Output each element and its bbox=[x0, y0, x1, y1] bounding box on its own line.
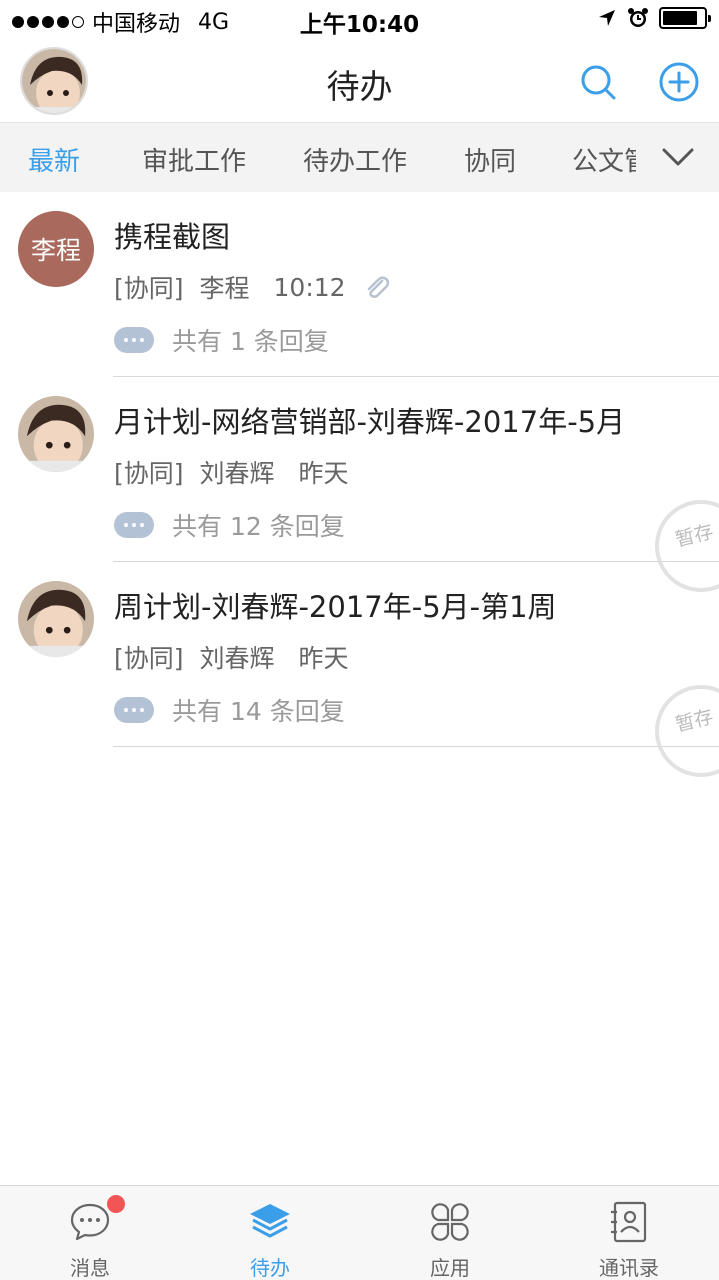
bottom-tab-bar: 消息 待办 应用 通讯录 bbox=[0, 1185, 719, 1280]
item-title: 携程截图 bbox=[114, 220, 231, 254]
item-time: 昨天 bbox=[298, 644, 349, 673]
tabbar-label: 通讯录 bbox=[599, 1256, 659, 1280]
message-icon bbox=[70, 1203, 110, 1241]
item-sender: 刘春辉 bbox=[199, 459, 275, 488]
sender-avatar: 李程 bbox=[18, 211, 94, 287]
child-photo-icon bbox=[18, 581, 94, 657]
tabbar-label: 应用 bbox=[430, 1256, 470, 1280]
reply-count: 共有 12 条回复 bbox=[172, 512, 345, 541]
tabbar-messages[interactable]: 消息 bbox=[0, 1186, 180, 1280]
list-item[interactable]: 李程 携程截图 [协同] 李程 10:12 共有 1 条回复 bbox=[0, 192, 719, 377]
tab-approval[interactable]: 审批工作 bbox=[142, 141, 246, 178]
item-type: [协同] bbox=[114, 459, 184, 488]
item-sender: 李程 bbox=[199, 274, 250, 303]
sender-avatar bbox=[18, 396, 94, 472]
unread-badge bbox=[107, 1195, 125, 1213]
reply-count: 共有 14 条回复 bbox=[172, 697, 345, 726]
category-tabs: 最新 审批工作 待办工作 协同 公文管 bbox=[0, 122, 719, 192]
tab-collaboration[interactable]: 协同 bbox=[464, 141, 516, 178]
list-item[interactable]: 周计划-刘春辉-2017年-5月-第1周 [协同] 刘春辉 昨天 共有 14 条… bbox=[0, 562, 719, 777]
tabbar-todo[interactable]: 待办 bbox=[180, 1186, 360, 1280]
search-icon[interactable] bbox=[576, 60, 620, 104]
status-bar: 中国移动 4G 上午10:40 bbox=[0, 0, 719, 40]
item-title: 月计划-网络营销部-刘春辉-2017年-5月 bbox=[114, 405, 626, 439]
item-type: [协同] bbox=[114, 644, 184, 673]
item-time: 昨天 bbox=[298, 459, 349, 488]
alarm-icon bbox=[628, 8, 648, 27]
divider bbox=[113, 746, 719, 747]
tabbar-label: 待办 bbox=[250, 1256, 290, 1280]
tabbar-apps[interactable]: 应用 bbox=[360, 1186, 540, 1280]
tab-latest[interactable]: 最新 bbox=[28, 141, 80, 178]
list-item[interactable]: 月计划-网络营销部-刘春辉-2017年-5月 [协同] 刘春辉 昨天 共有 12… bbox=[0, 377, 719, 592]
add-icon[interactable] bbox=[657, 60, 701, 104]
battery-icon bbox=[659, 7, 711, 29]
nav-bar: 待办 bbox=[0, 40, 719, 122]
tab-pending-work[interactable]: 待办工作 bbox=[303, 141, 407, 178]
chevron-down-icon[interactable] bbox=[660, 141, 696, 173]
attachment-icon bbox=[367, 276, 389, 299]
contacts-icon bbox=[611, 1201, 647, 1243]
item-sender: 刘春辉 bbox=[199, 644, 275, 673]
item-time: 10:12 bbox=[273, 272, 346, 302]
apps-icon bbox=[431, 1203, 469, 1241]
layers-icon bbox=[250, 1204, 290, 1238]
comment-bubble-icon bbox=[114, 327, 154, 353]
location-arrow-icon bbox=[599, 10, 615, 26]
comment-bubble-icon bbox=[114, 512, 154, 538]
sender-avatar bbox=[18, 581, 94, 657]
tabbar-label: 消息 bbox=[70, 1256, 110, 1280]
item-type: [协同] bbox=[114, 274, 184, 303]
tabbar-contacts[interactable]: 通讯录 bbox=[539, 1186, 719, 1280]
comment-bubble-icon bbox=[114, 697, 154, 723]
reply-count: 共有 1 条回复 bbox=[172, 327, 329, 356]
item-title: 周计划-刘春辉-2017年-5月-第1周 bbox=[114, 590, 557, 624]
child-photo-icon bbox=[18, 396, 94, 472]
draft-stamp: 暂存 bbox=[655, 685, 719, 777]
